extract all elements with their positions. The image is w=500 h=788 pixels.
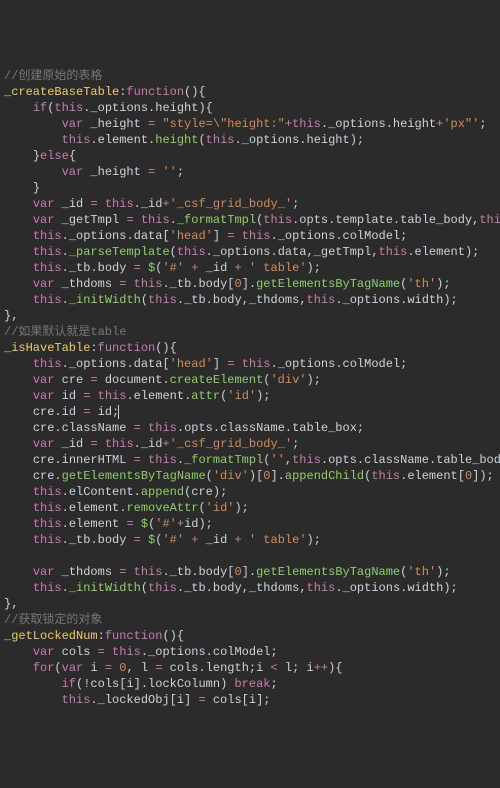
method-name: _getLockedNum	[4, 629, 98, 643]
comment: //创建原始的表格	[4, 69, 102, 83]
method-name: _createBaseTable	[4, 85, 119, 99]
keyword-this: this	[54, 101, 83, 115]
fn-call: height	[155, 133, 198, 147]
keyword-var: var	[62, 117, 84, 131]
comment: //如果默认就是table	[4, 325, 126, 339]
keyword-for: for	[33, 661, 55, 675]
text-cursor	[118, 405, 119, 419]
code-editor[interactable]: //创建原始的表格 _createBaseTable:function(){ i…	[4, 68, 500, 708]
keyword-break: break	[234, 677, 270, 691]
comment: //获取锁定的对象	[4, 613, 102, 627]
keyword-else: else	[40, 149, 69, 163]
method-name: _isHaveTable	[4, 341, 90, 355]
keyword-function: function	[126, 85, 184, 99]
keyword-if: if	[33, 101, 47, 115]
